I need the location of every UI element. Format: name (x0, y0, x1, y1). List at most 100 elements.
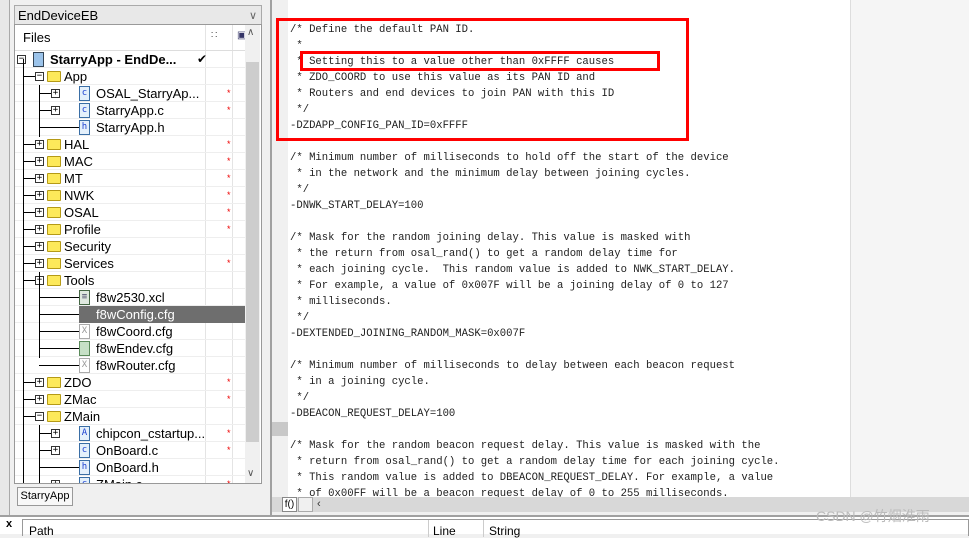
expand-icon[interactable]: + (35, 378, 44, 387)
modified-star-icon: * (227, 190, 231, 200)
tree-scrollbar-thumb[interactable] (246, 62, 259, 442)
tree-item[interactable]: − ZMain (15, 408, 247, 425)
expand-icon[interactable]: + (35, 140, 44, 149)
tab-starryapp[interactable]: StarryApp (17, 487, 73, 506)
code-line: * milliseconds. (290, 296, 392, 308)
cfg-file-icon (79, 341, 90, 356)
function-list-button[interactable]: f() (282, 497, 297, 512)
tree-item[interactable]: + NWK * (15, 187, 247, 204)
modified-star-icon: * (227, 258, 231, 268)
tree-item[interactable]: + OSAL * (15, 204, 247, 221)
checkmark-icon: ✔ (197, 52, 208, 66)
tree-item[interactable]: + MT * (15, 170, 247, 187)
column-path[interactable]: Path (29, 524, 54, 538)
expand-icon[interactable]: + (51, 429, 60, 438)
xcl-file-icon: ≡ (79, 290, 90, 305)
tree-item[interactable]: + Services * (15, 255, 247, 272)
collapse-icon[interactable]: − (35, 412, 44, 421)
tree-item-label: StarryApp.h (96, 120, 165, 135)
collapse-icon[interactable]: − (35, 72, 44, 81)
code-line: */ (290, 312, 310, 324)
tree-item[interactable]: + Security (15, 238, 247, 255)
expand-icon[interactable]: + (51, 446, 60, 455)
tree-item-label: OSAL (64, 205, 99, 220)
tree-item[interactable]: + c OnBoard.c * (15, 442, 247, 459)
folder-icon (47, 258, 61, 269)
highlight-box-pan-id (276, 18, 689, 141)
tree-item[interactable]: − App (15, 68, 247, 85)
scroll-left-icon[interactable]: ‹ (317, 497, 321, 512)
code-line: */ (290, 184, 310, 196)
code-line: * return from osal_rand() to get a rando… (290, 456, 780, 468)
folder-icon (47, 173, 61, 184)
tree-item[interactable]: + ZMac * (15, 391, 247, 408)
expand-icon[interactable]: + (35, 208, 44, 217)
expand-icon[interactable]: + (35, 191, 44, 200)
expand-icon[interactable]: + (51, 89, 60, 98)
tree-item-label: f8wCoord.cfg (96, 324, 173, 339)
tree-item[interactable]: ≡ f8w2530.xcl (15, 289, 247, 306)
scroll-down-icon[interactable]: ∨ (247, 468, 254, 479)
folder-icon (47, 139, 61, 150)
x-file-icon: X (79, 358, 90, 373)
tree-item-label: StarryApp.c (96, 103, 164, 118)
modified-star-icon: * (227, 445, 231, 455)
tree-item[interactable]: f8wConfig.cfg (15, 306, 247, 323)
column-string[interactable]: String (489, 524, 520, 538)
expand-icon[interactable]: + (35, 259, 44, 268)
expand-icon[interactable]: + (35, 395, 44, 404)
options-column-icon[interactable]: ∷ (211, 30, 217, 41)
expand-icon[interactable]: + (35, 157, 44, 166)
tree-item[interactable]: + Profile * (15, 221, 247, 238)
modified-star-icon: * (227, 105, 231, 115)
blank-button[interactable] (298, 497, 313, 512)
tree-item[interactable]: + ZDO * (15, 374, 247, 391)
expand-icon[interactable]: + (51, 106, 60, 115)
expand-icon[interactable]: + (35, 225, 44, 234)
h-file-icon: h (79, 460, 90, 475)
tree-item[interactable]: +cZMain.c* (15, 476, 247, 483)
tree-item[interactable]: f8wEndev.cfg (15, 340, 247, 357)
modified-star-icon: * (227, 88, 231, 98)
tree-item[interactable]: Xf8wCoord.cfg (15, 323, 247, 340)
left-edge (0, 0, 10, 534)
tree-item-label: f8wRouter.cfg (96, 358, 176, 373)
code-line: -DEXTENDED_JOINING_RANDOM_MASK=0x007F (290, 328, 526, 340)
close-icon[interactable]: x (6, 518, 12, 530)
asm-file-icon: A (79, 426, 90, 441)
tree-item-label: f8wEndev.cfg (96, 341, 174, 356)
expand-icon[interactable]: + (35, 242, 44, 251)
tree-item-label: MAC (64, 154, 93, 169)
tree-item[interactable]: + HAL * (15, 136, 247, 153)
tree-item[interactable]: h StarryApp.h (15, 119, 247, 136)
tree-item-label: HAL (64, 137, 90, 152)
folder-icon (47, 224, 61, 235)
tree-item[interactable]: + Achipcon_cstartup... * (15, 425, 247, 442)
code-line: /* Mask for the random beacon request de… (290, 440, 761, 452)
expand-icon[interactable]: + (35, 174, 44, 183)
code-line: * the return from osal_rand() to get a r… (290, 248, 678, 260)
modified-star-icon: * (227, 394, 231, 404)
tree-item-label: MT (64, 171, 83, 186)
modified-star-icon: * (227, 377, 231, 387)
tree-item-label: ZMac (64, 392, 97, 407)
tree-item[interactable]: + MAC * (15, 153, 247, 170)
tree-item-label: StarryApp - EndDe... (50, 52, 177, 67)
tree-item[interactable]: Xf8wRouter.cfg (15, 357, 247, 374)
scroll-up-icon[interactable]: ∧ (247, 27, 254, 38)
tree-item-label: ZDO (64, 375, 92, 390)
c-file-icon: c (79, 86, 90, 101)
tree-item[interactable]: − StarryApp - EndDe... ✔ (15, 51, 247, 68)
code-line: * This random value is added to DBEACON_… (290, 472, 774, 484)
tree-item[interactable]: h OnBoard.h (15, 459, 247, 476)
tree-item[interactable]: + c OSAL_StarryAp... * (15, 85, 247, 102)
tree-item-label: Security (64, 239, 111, 254)
highlight-box-setting-line (300, 51, 660, 71)
folder-icon (47, 71, 61, 82)
tree-item[interactable]: −Tools (15, 272, 247, 289)
code-line: * each joining cycle. This random value … (290, 264, 736, 276)
tree-item-label: f8wConfig.cfg (96, 306, 175, 323)
tree-item[interactable]: + c StarryApp.c * (15, 102, 247, 119)
collapse-icon[interactable]: − (17, 55, 26, 64)
column-line[interactable]: Line (433, 524, 456, 538)
